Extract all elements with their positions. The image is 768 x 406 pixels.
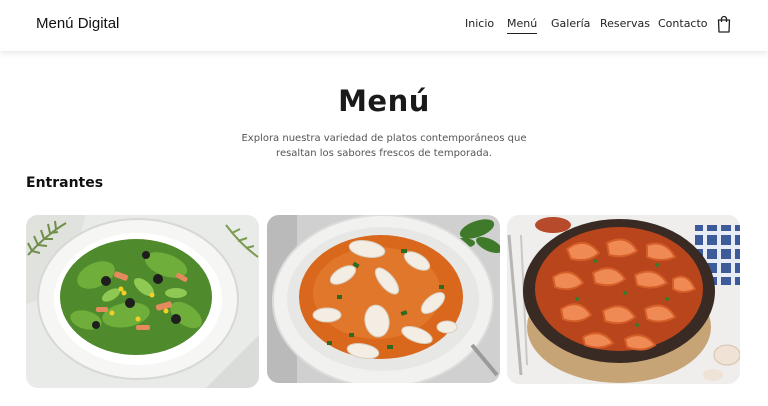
page-title: Menú <box>338 84 430 118</box>
green-salad-photo <box>26 215 259 388</box>
nav-inicio[interactable]: Inicio <box>465 17 494 30</box>
seafood-soup-photo <box>267 215 500 383</box>
nav-menu[interactable]: Menú <box>507 17 538 34</box>
dish-card-salad[interactable] <box>26 215 259 388</box>
brand-logo[interactable]: Menú Digital <box>36 15 119 32</box>
shopping-bag-icon[interactable] <box>716 15 732 33</box>
page-subtitle: Explora nuestra variedad de platos conte… <box>241 133 527 159</box>
nav-reservas[interactable]: Reservas <box>600 17 650 30</box>
section-title-entrantes: Entrantes <box>26 175 104 191</box>
dish-card-shrimp[interactable] <box>507 215 740 384</box>
site-header: Menú Digital Inicio Menú Galería Reserva… <box>0 0 768 51</box>
dish-card-soup[interactable] <box>267 215 500 383</box>
nav-contacto[interactable]: Contacto <box>658 17 708 30</box>
nav-galeria[interactable]: Galería <box>551 17 590 30</box>
garlic-shrimp-photo <box>507 215 740 384</box>
menu-main: Menú Explora nuestra variedad de platos … <box>0 51 768 406</box>
